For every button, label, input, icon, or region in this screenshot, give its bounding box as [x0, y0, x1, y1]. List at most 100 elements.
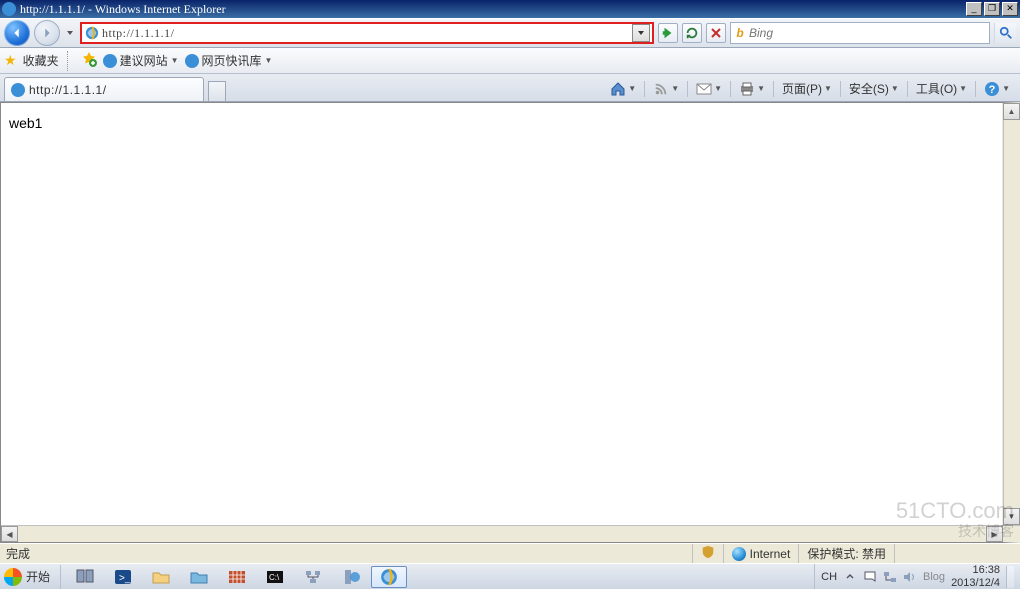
start-label: 开始 [26, 568, 50, 585]
protected-mode-label: 保护模式: 禁用 [807, 545, 886, 562]
globe-icon [732, 547, 746, 561]
status-text: 完成 [6, 545, 30, 562]
home-button[interactable]: ▼ [610, 81, 636, 97]
tray-extra-text: Blog [923, 571, 945, 583]
nav-toolbar: b [0, 18, 1020, 48]
quick-launch: >_ C:\ [61, 564, 413, 589]
tab-active[interactable]: http://1.1.1.1/ [4, 77, 204, 101]
page-body: web1 [1, 103, 1002, 143]
zone-label: Internet [750, 547, 791, 561]
ql-libraries[interactable] [181, 566, 217, 588]
scroll-left-button[interactable]: ◀ [1, 526, 18, 542]
status-zone[interactable]: Internet [723, 544, 799, 563]
ie-icon [103, 54, 117, 68]
horizontal-scrollbar[interactable]: ◀ ▶ [1, 525, 1020, 542]
feeds-button[interactable]: ▼ [653, 81, 679, 97]
window-title: http://1.1.1.1/ - Windows Internet Explo… [20, 2, 964, 17]
favorites-star-icon[interactable]: ★ [4, 52, 17, 69]
address-bar [80, 22, 654, 44]
tab-title: http://1.1.1.1/ [29, 83, 107, 97]
safety-menu-label: 安全(S) [849, 80, 889, 97]
tray-action-center-icon[interactable] [863, 570, 877, 584]
shield-icon [701, 545, 715, 562]
page-menu[interactable]: 页面(P)▼ [782, 80, 832, 97]
home-icon [610, 81, 626, 97]
ql-firewall[interactable] [219, 566, 255, 588]
fav-link-suggest[interactable]: 建议网站 ▼ [103, 52, 179, 69]
fav-link-label: 建议网站 [120, 52, 168, 69]
forward-button[interactable] [34, 20, 60, 46]
window-titlebar: http://1.1.1.1/ - Windows Internet Explo… [0, 0, 1020, 18]
search-bar: b [730, 22, 990, 44]
command-bar: ▼ ▼ ▼ ▼ 页面(P)▼ 安全(S)▼ 工具(O [610, 80, 1016, 101]
start-button[interactable]: 开始 [0, 565, 61, 589]
page-text: web1 [9, 115, 42, 131]
favorites-add-icon[interactable] [81, 51, 97, 70]
ql-explorer[interactable] [143, 566, 179, 588]
print-icon [739, 81, 755, 97]
mail-button[interactable]: ▼ [696, 81, 722, 97]
search-input[interactable] [749, 26, 989, 40]
page-menu-label: 页面(P) [782, 80, 822, 97]
tray-date[interactable]: 2013/12/4 [951, 577, 1000, 589]
chevron-down-icon: ▼ [265, 56, 273, 65]
vertical-scrollbar[interactable] [1003, 103, 1020, 542]
close-button[interactable]: ✕ [1002, 2, 1018, 16]
back-button[interactable] [4, 20, 30, 46]
ql-network[interactable] [295, 566, 331, 588]
page-icon [84, 25, 100, 41]
stop-button[interactable] [706, 23, 726, 43]
ql-ie-active[interactable] [371, 566, 407, 588]
refresh-button[interactable] [682, 23, 702, 43]
content-viewport: web1 ▲ ▼ ◀ ▶ [0, 102, 1020, 543]
tray-volume-icon[interactable] [903, 570, 917, 584]
ql-cmd[interactable]: C:\ [257, 566, 293, 588]
scroll-up-button[interactable]: ▲ [1003, 103, 1020, 120]
address-dropdown[interactable] [632, 24, 650, 42]
scroll-right-button[interactable]: ▶ [986, 526, 1003, 542]
search-provider-icon: b [731, 26, 749, 40]
tray-time[interactable]: 16:38 [951, 564, 1000, 576]
windows-logo-icon [4, 568, 22, 586]
system-tray: CH Blog 16:38 2013/12/4 [814, 564, 1020, 589]
ime-indicator[interactable]: CH [821, 571, 837, 583]
help-icon: ? [984, 81, 1000, 97]
favorites-bar: ★ 收藏夹 建议网站 ▼ 网页快讯库 ▼ [0, 48, 1020, 74]
ie-icon [185, 54, 199, 68]
minimize-button[interactable]: _ [966, 2, 982, 16]
status-protected-mode: 保护模式: 禁用 [798, 544, 894, 563]
print-button[interactable]: ▼ [739, 81, 765, 97]
show-desktop-button[interactable] [1006, 566, 1014, 588]
tray-customize-icon[interactable] [843, 570, 857, 584]
status-bar: 完成 Internet 保护模式: 禁用 [0, 543, 1020, 563]
ie-icon [2, 2, 16, 16]
ql-server-manager[interactable] [67, 566, 103, 588]
tray-network-icon[interactable] [883, 570, 897, 584]
scroll-down-button[interactable]: ▼ [1003, 508, 1020, 525]
restore-button[interactable]: ❐ [984, 2, 1000, 16]
status-spare [894, 544, 1014, 563]
chevron-down-icon: ▼ [171, 56, 179, 65]
go-button[interactable] [658, 23, 678, 43]
help-button[interactable]: ? ▼ [984, 81, 1010, 97]
separator [67, 51, 73, 71]
status-popup-blocked[interactable] [692, 544, 723, 563]
nav-history-dropdown[interactable] [64, 29, 76, 37]
ie-icon [11, 83, 25, 97]
favorites-label[interactable]: 收藏夹 [23, 52, 59, 69]
ql-iis[interactable] [333, 566, 369, 588]
tools-menu-label: 工具(O) [916, 80, 957, 97]
svg-text:C:\: C:\ [269, 573, 280, 582]
tab-strip: http://1.1.1.1/ ▼ ▼ ▼ ▼ 页面(P)▼ [0, 74, 1020, 102]
svg-text:?: ? [989, 84, 996, 96]
safety-menu[interactable]: 安全(S)▼ [849, 80, 899, 97]
mail-icon [696, 81, 712, 97]
ql-powershell[interactable]: >_ [105, 566, 141, 588]
rss-icon [653, 81, 669, 97]
new-tab-button[interactable] [208, 81, 226, 101]
svg-text:>_: >_ [119, 573, 131, 584]
address-input[interactable] [102, 26, 632, 41]
tools-menu[interactable]: 工具(O)▼ [916, 80, 967, 97]
search-button[interactable] [994, 23, 1016, 43]
fav-link-webslice[interactable]: 网页快讯库 ▼ [185, 52, 273, 69]
